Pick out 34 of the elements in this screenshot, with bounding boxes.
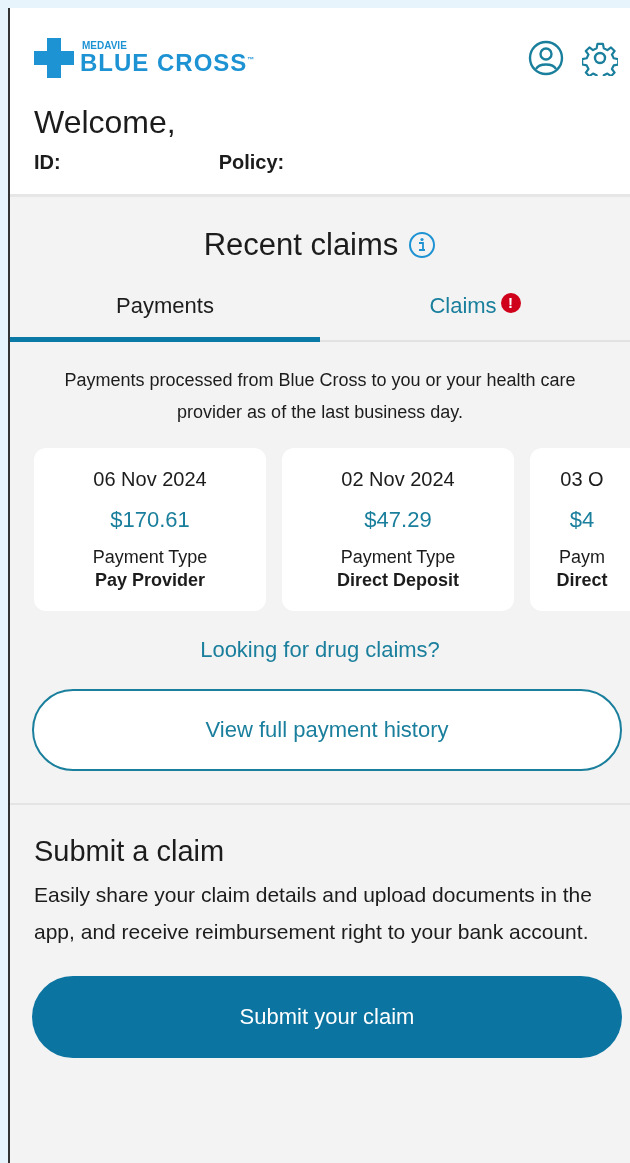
section-title: Recent claims xyxy=(203,227,399,263)
policy-label: Policy: xyxy=(218,151,285,174)
tab[interactable]: Claims ! xyxy=(320,285,630,342)
description-text: Payments processed from Blue Cross to you or your health care provider as of the last business day. xyxy=(63,369,577,424)
payment-amount: $170.61 xyxy=(110,507,190,533)
payment-amount: $4 xyxy=(569,507,595,533)
profile-icon[interactable] xyxy=(528,40,564,76)
welcome-heading: Welcome, xyxy=(34,104,177,141)
submit-text: Easily share your claim details and upload documents in the app, and receive reimbursement right to your bank account. xyxy=(34,882,593,945)
submit-claim-button[interactable]: Submit your claim xyxy=(32,976,622,1058)
payment-type: Direct Deposit xyxy=(337,570,459,591)
info-icon[interactable] xyxy=(408,231,437,259)
logo-title: BLUE CROSS$^{™}$ xyxy=(80,51,256,75)
payment-history-button[interactable]: View full payment history xyxy=(32,689,622,771)
drug-claims-link[interactable]: Looking for drug claims? xyxy=(200,637,440,663)
cross-icon xyxy=(34,38,74,78)
payment-card[interactable]: 02 Nov 2024 $47.29 Payment Type Direct Deposit xyxy=(282,448,514,611)
payment-date: 06 Nov 2024 xyxy=(93,468,207,491)
tab[interactable]: Payments xyxy=(10,285,320,342)
id-label: ID: xyxy=(34,151,61,174)
payment-card[interactable]: 06 Nov 2024 $170.61 Payment Type Pay Provider xyxy=(34,448,266,611)
payment-date: 02 Nov 2024 xyxy=(341,468,455,491)
payment-amount: $47.29 xyxy=(364,507,432,533)
payment-date: 03 O xyxy=(560,468,604,491)
logo-subtitle: MEDAVIE xyxy=(82,41,128,51)
settings-icon[interactable] xyxy=(582,40,618,76)
payment-card[interactable]: 03 O $4 Paym Direct xyxy=(530,448,630,611)
payment-type-label: Payment Type xyxy=(92,547,208,568)
payment-type-label: Payment Type xyxy=(340,547,456,568)
submit-title: Submit a claim xyxy=(34,835,226,868)
payment-type-label: Paym xyxy=(559,547,605,568)
alert-badge: ! xyxy=(500,293,521,313)
payment-type: Direct xyxy=(556,570,608,591)
payment-type: Pay Provider xyxy=(94,570,206,591)
